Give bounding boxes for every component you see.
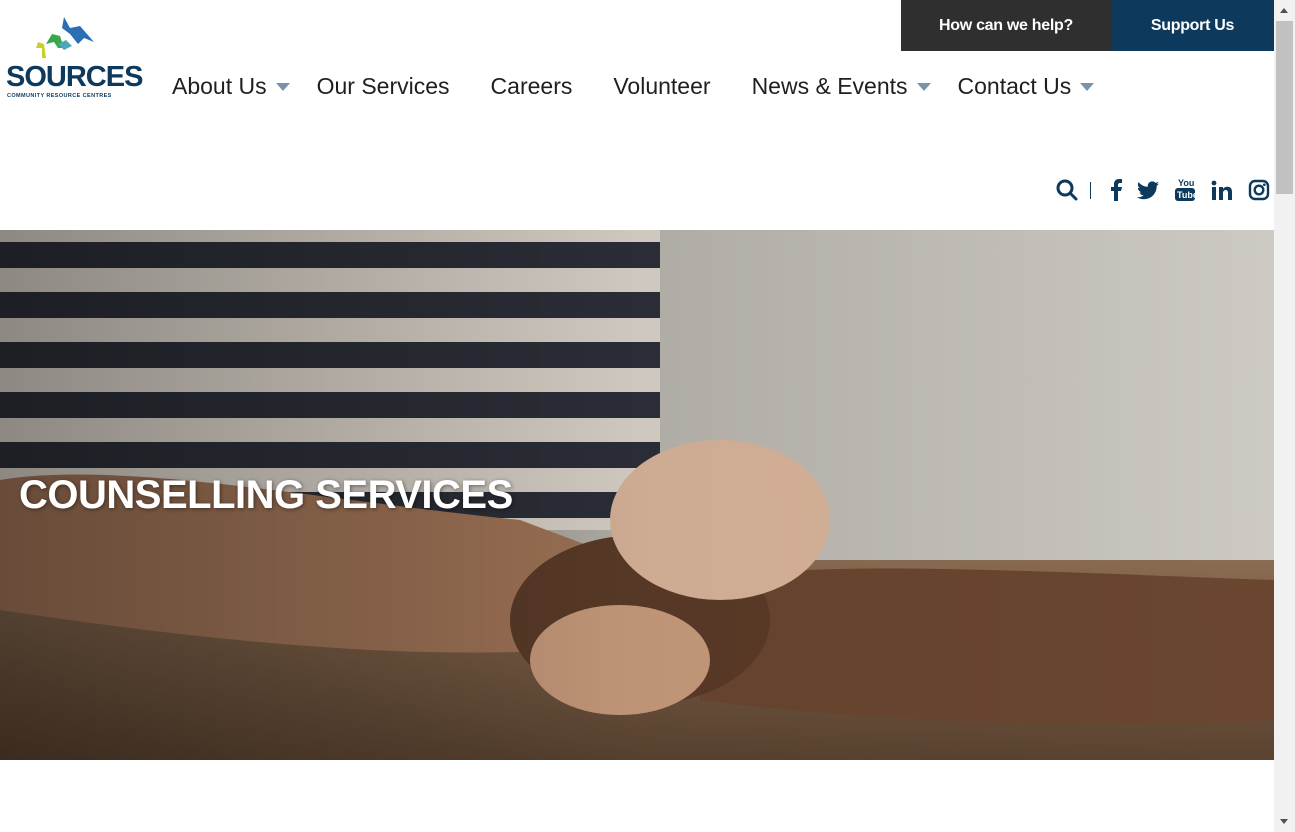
chevron-down-icon[interactable] xyxy=(275,83,290,91)
nav-item-about-us[interactable]: About Us xyxy=(172,73,290,100)
page: How can we help? Support Us SOURCES COMM… xyxy=(0,0,1274,832)
svg-text:You: You xyxy=(1178,178,1194,188)
site-logo[interactable]: SOURCES COMMUNITY RESOURCE CENTRES xyxy=(4,14,143,102)
social-bar: You Tube xyxy=(1056,175,1270,205)
nav-item-label: Careers xyxy=(490,72,573,99)
linkedin-icon[interactable] xyxy=(1211,180,1233,201)
instagram-icon[interactable] xyxy=(1248,179,1270,201)
twitter-icon[interactable] xyxy=(1137,180,1159,200)
nav-item-volunteer[interactable]: Volunteer xyxy=(613,73,710,100)
nav-item-our-services[interactable]: Our Services xyxy=(317,73,450,100)
nav-item-contact-us[interactable]: Contact Us xyxy=(958,73,1095,100)
facebook-icon[interactable] xyxy=(1110,179,1122,201)
hero-banner: COUNSELLING SERVICES xyxy=(0,230,1274,760)
support-us-button[interactable]: Support Us xyxy=(1111,0,1274,51)
scrollbar-thumb[interactable] xyxy=(1276,21,1293,194)
youtube-icon[interactable]: You Tube xyxy=(1174,177,1196,203)
scroll-down-arrow-icon[interactable] xyxy=(1280,819,1288,824)
nav-item-label: News & Events xyxy=(751,72,908,99)
chevron-down-icon[interactable] xyxy=(1080,83,1095,91)
chevron-down-icon[interactable] xyxy=(916,83,931,91)
utility-bar: How can we help? Support Us xyxy=(901,0,1274,51)
nav-item-news-events[interactable]: News & Events xyxy=(752,73,931,100)
main-nav: About Us Our Services Careers Volunteer … xyxy=(172,70,1095,102)
logo-wordmark: SOURCES xyxy=(6,61,143,93)
nav-item-label: Contact Us xyxy=(957,72,1072,99)
scrollbar[interactable] xyxy=(1274,0,1295,832)
birds-logo-icon xyxy=(36,17,94,58)
nav-item-label: About Us xyxy=(172,72,267,99)
scroll-up-arrow-icon[interactable] xyxy=(1280,8,1288,13)
how-can-we-help-button[interactable]: How can we help? xyxy=(901,0,1111,51)
nav-item-label: Our Services xyxy=(316,72,450,99)
logo-tagline: COMMUNITY RESOURCE CENTRES xyxy=(7,93,112,99)
divider xyxy=(1090,181,1091,199)
page-title: COUNSELLING SERVICES xyxy=(19,473,513,517)
svg-text:Tube: Tube xyxy=(1177,190,1196,200)
nav-item-careers[interactable]: Careers xyxy=(491,73,573,100)
search-icon[interactable] xyxy=(1056,179,1078,201)
nav-item-label: Volunteer xyxy=(613,72,711,99)
